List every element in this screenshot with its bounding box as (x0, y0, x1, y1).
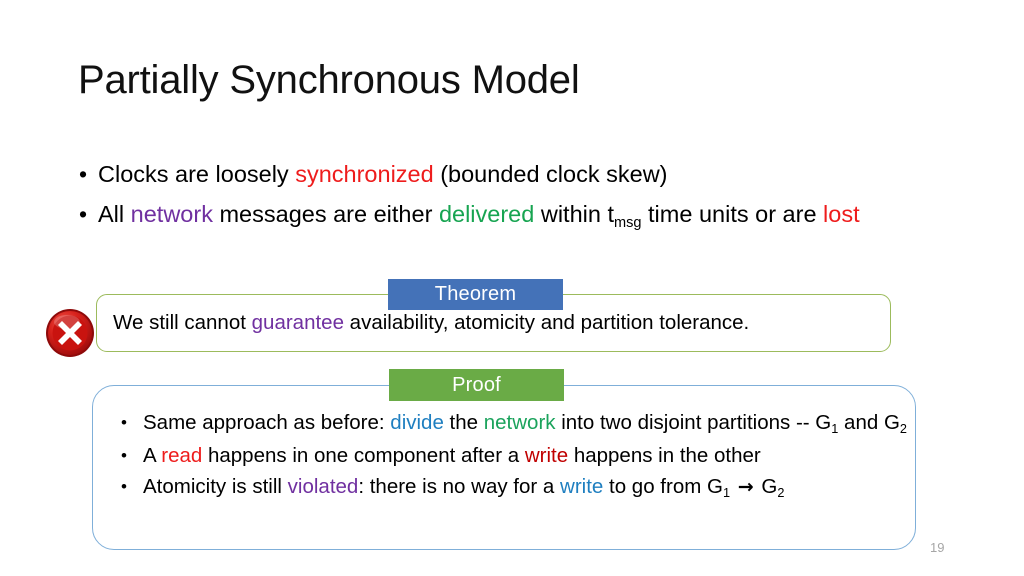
proof-callout: • Same approach as before: divide the ne… (92, 369, 916, 550)
page-title: Partially Synchronous Model (78, 58, 580, 102)
theorem-callout: We still cannot guarantee availability, … (96, 279, 891, 352)
bullet-marker: • (79, 161, 88, 187)
list-item: • Atomicity is still violated: there is … (107, 472, 907, 504)
list-item: • All network messages are either delive… (76, 196, 936, 237)
bullet-text: All network messages are either delivere… (98, 201, 860, 231)
bullet-text: Clocks are loosely synchronized (bounded… (98, 161, 668, 187)
proof-bullet-list: • Same approach as before: divide the ne… (107, 408, 907, 505)
proof-box: • Same approach as before: divide the ne… (92, 385, 916, 550)
theorem-text: We still cannot guarantee availability, … (113, 311, 750, 334)
proof-label: Proof (389, 369, 564, 401)
top-bullet-list: • Clocks are loosely synchronized (bound… (76, 156, 936, 240)
bullet-text: Same approach as before: divide the netw… (143, 411, 907, 437)
bullet-marker: • (121, 446, 127, 465)
theorem-label: Theorem (388, 279, 563, 310)
bullet-marker: • (121, 477, 127, 496)
bullet-marker: • (121, 413, 127, 432)
bullet-text: A read happens in one component after a … (143, 444, 761, 467)
list-item: • Clocks are loosely synchronized (bound… (76, 156, 936, 193)
page-number: 19 (930, 540, 945, 555)
bullet-text: Atomicity is still violated: there is no… (143, 475, 785, 501)
error-x-icon (45, 308, 95, 358)
list-item: • A read happens in one component after … (107, 441, 907, 471)
list-item: • Same approach as before: divide the ne… (107, 408, 907, 440)
bullet-marker: • (79, 201, 88, 227)
